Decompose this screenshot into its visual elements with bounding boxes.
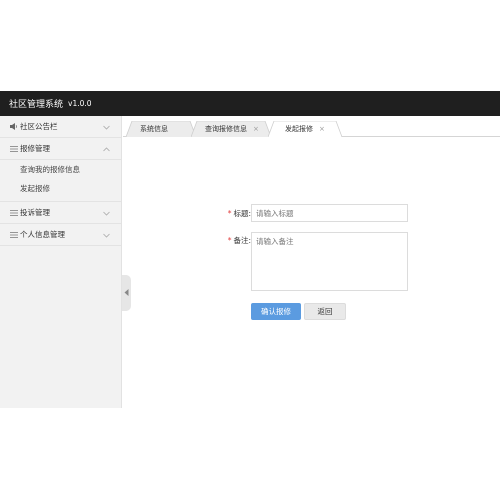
sidebar-item-profile[interactable]: 个人信息管理 bbox=[0, 224, 121, 246]
top-header: 社区管理系统 v1.0.0 bbox=[0, 91, 500, 116]
list-icon bbox=[9, 231, 18, 239]
close-icon[interactable]: × bbox=[319, 125, 325, 133]
tab-system-info[interactable]: 系统信息 bbox=[126, 121, 196, 137]
caret-left-icon bbox=[124, 288, 129, 298]
chevron-down-icon bbox=[103, 209, 110, 218]
title-label: * 标题: bbox=[191, 208, 251, 219]
app-title: 社区管理系统 bbox=[9, 100, 64, 110]
close-icon[interactable]: × bbox=[253, 125, 259, 133]
remark-label: * 备注: bbox=[191, 235, 251, 246]
repairs-submenu: 查询我的报修信息 发起报修 bbox=[0, 160, 121, 202]
chevron-up-icon bbox=[103, 145, 110, 154]
sidebar-item-label: 报修管理 bbox=[20, 144, 50, 153]
sidebar-item-complaints[interactable]: 投诉管理 bbox=[0, 202, 121, 224]
submit-repair-button[interactable]: 确认报修 bbox=[251, 303, 301, 320]
list-icon bbox=[9, 145, 18, 153]
back-button[interactable]: 返回 bbox=[304, 303, 346, 320]
tab-new-repair[interactable]: 发起报修 × bbox=[268, 121, 342, 137]
tab-label: 系统信息 bbox=[140, 125, 168, 133]
sidebar-item-label: 个人信息管理 bbox=[20, 230, 65, 239]
sidebar-item-label: 社区公告栏 bbox=[20, 122, 58, 131]
speaker-icon bbox=[9, 123, 18, 131]
list-icon bbox=[9, 209, 18, 217]
sidebar-subitem-my-repairs[interactable]: 查询我的报修信息 bbox=[0, 160, 121, 179]
app-version: v1.0.0 bbox=[68, 99, 92, 108]
sidebar-item-announcements[interactable]: 社区公告栏 bbox=[0, 116, 121, 138]
remark-label-text: 备注: bbox=[233, 236, 251, 245]
chevron-down-icon bbox=[103, 231, 110, 240]
title-input[interactable] bbox=[251, 204, 408, 222]
sidebar-collapse-handle[interactable] bbox=[122, 275, 131, 311]
chevron-down-icon bbox=[103, 123, 110, 132]
remark-textarea[interactable] bbox=[251, 232, 408, 291]
tab-label: 发起报修 bbox=[285, 125, 313, 133]
tab-bar: 系统信息 查询报修信息 × 发起报修 × bbox=[123, 120, 500, 137]
title-label-text: 标题: bbox=[233, 209, 251, 218]
required-mark: * bbox=[227, 236, 232, 245]
sidebar-item-repairs[interactable]: 报修管理 bbox=[0, 138, 121, 160]
tab-query-repairs[interactable]: 查询报修信息 × bbox=[191, 121, 271, 137]
sidebar: 社区公告栏 报修管理 查询我的报修信息 发起报修 投诉管理 个人信息管理 bbox=[0, 116, 122, 408]
sidebar-subitem-new-repair[interactable]: 发起报修 bbox=[0, 179, 121, 198]
app-window: 社区管理系统 v1.0.0 社区公告栏 报修管理 查询我的报修信息 发起报修 投… bbox=[0, 91, 500, 408]
required-mark: * bbox=[227, 209, 232, 218]
tab-label: 查询报修信息 bbox=[205, 125, 247, 133]
sidebar-item-label: 投诉管理 bbox=[20, 208, 50, 217]
